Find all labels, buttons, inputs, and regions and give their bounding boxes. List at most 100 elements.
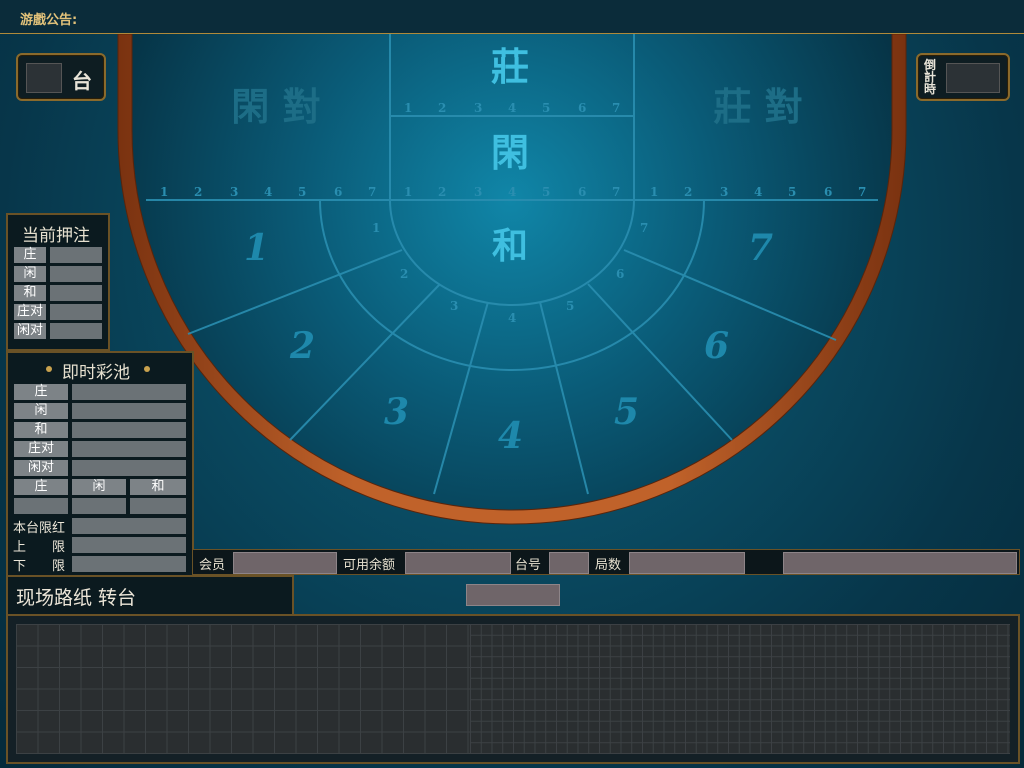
status-field xyxy=(466,584,560,606)
scale-label: 6 xyxy=(578,101,586,115)
table-no-label: 台号 xyxy=(515,558,542,573)
jackpot-player-pair-value xyxy=(72,460,186,476)
current-bet-player-value xyxy=(50,266,102,282)
jackpot-panel: 即时彩池 庄 闲 和 庄对 闲对 庄 闲 和 本台限红 上 限 下 限 xyxy=(6,351,194,577)
current-bet-row-label: 闲 xyxy=(14,266,46,282)
current-bet-panel: 当前押注 庄 闲 和 庄对 闲对 xyxy=(6,213,110,351)
seat-small-label: 3 xyxy=(450,299,458,313)
current-bet-title: 当前押注 xyxy=(22,226,90,246)
tie-zone-label: 和 xyxy=(492,226,528,267)
seat-6-label: 6 xyxy=(704,325,729,367)
balance-value xyxy=(405,552,511,574)
jackpot-row-label: 闲对 xyxy=(14,460,68,476)
seat-small-label: 1 xyxy=(372,221,380,235)
table-number-label: 台 xyxy=(72,69,92,93)
balance-label: 可用余额 xyxy=(343,558,396,573)
jackpot-sub-value xyxy=(72,498,126,514)
seat-4-label: 4 xyxy=(498,415,523,457)
seat-5-label: 5 xyxy=(614,391,639,433)
current-bet-row-label: 和 xyxy=(14,285,46,301)
scale-label: 2 xyxy=(194,185,202,199)
bullet-icon xyxy=(144,366,150,372)
notice-bar xyxy=(0,0,1024,34)
scale-label: 2 xyxy=(438,101,446,115)
scale-label: 1 xyxy=(404,185,412,199)
roadmap-tab-label[interactable]: 现场路纸 转台 xyxy=(16,583,136,610)
jackpot-sub-header: 庄 xyxy=(14,479,68,495)
lower-limit-label: 下 限 xyxy=(13,559,66,574)
rounds-label: 局数 xyxy=(595,558,622,573)
jackpot-row-label: 和 xyxy=(14,422,68,438)
player-pair-zone-label: 閑 對 xyxy=(231,85,320,129)
scale-label: 1 xyxy=(160,185,168,199)
seat-small-label: 2 xyxy=(400,267,408,281)
scale-label: 1 xyxy=(650,185,658,199)
scale-label: 5 xyxy=(298,185,306,199)
scale-label: 5 xyxy=(542,185,550,199)
current-bet-banker-pair-value xyxy=(50,304,102,320)
seat-small-label: 7 xyxy=(640,221,648,235)
seat-small-label: 6 xyxy=(616,267,624,281)
jackpot-tie-value xyxy=(72,422,186,438)
scale-label: 4 xyxy=(508,185,516,199)
roadmap-tab[interactable]: 现场路纸 转台 xyxy=(6,575,294,617)
table-limit-label: 本台限红 xyxy=(13,521,66,536)
table-number-box: 台 xyxy=(16,53,106,101)
banker-zone-label: 莊 xyxy=(491,45,529,89)
scale-label: 7 xyxy=(368,185,376,199)
table-limit-value xyxy=(72,518,186,534)
jackpot-sub-value xyxy=(130,498,186,514)
jackpot-sub-header: 和 xyxy=(130,479,186,495)
jackpot-player-value xyxy=(72,403,186,419)
upper-limit-label: 上 限 xyxy=(13,540,66,555)
scale-label: 3 xyxy=(230,185,238,199)
scale-label: 7 xyxy=(858,185,866,199)
jackpot-row-label: 庄 xyxy=(14,384,68,400)
member-label: 会员 xyxy=(199,558,226,573)
jackpot-banker-value xyxy=(72,384,186,400)
jackpot-title: 即时彩池 xyxy=(62,363,130,383)
bullet-icon xyxy=(46,366,52,372)
scale-label: 3 xyxy=(720,185,728,199)
seat-1-label: 1 xyxy=(244,227,269,269)
current-bet-row-label: 庄对 xyxy=(14,304,46,320)
scale-label: 6 xyxy=(824,185,832,199)
table-no-value xyxy=(549,552,589,574)
scale-label: 4 xyxy=(264,185,272,199)
banker-pair-zone-label: 莊 對 xyxy=(713,85,802,129)
seat-small-label: 5 xyxy=(566,299,574,313)
current-bet-row-label: 庄 xyxy=(14,247,46,263)
seat-2-label: 2 xyxy=(289,325,315,367)
scale-label: 3 xyxy=(474,101,482,115)
scale-label: 5 xyxy=(788,185,796,199)
scale-label: 6 xyxy=(334,185,342,199)
current-bet-tie-value xyxy=(50,285,102,301)
countdown-label: 倒計時 xyxy=(924,58,937,96)
seat-small-label: 4 xyxy=(508,311,516,325)
member-value xyxy=(233,552,337,574)
rounds-value xyxy=(629,552,745,574)
scale-label: 7 xyxy=(612,101,620,115)
scale-label: 7 xyxy=(612,185,620,199)
scale-label: 6 xyxy=(578,185,586,199)
countdown-box: 倒計時 xyxy=(916,53,1010,101)
seat-7-label: 7 xyxy=(748,227,773,269)
scale-label: 4 xyxy=(754,185,762,199)
extra-value xyxy=(783,552,1017,574)
current-bet-player-pair-value xyxy=(50,323,102,339)
scale-label: 2 xyxy=(684,185,692,199)
scale-label: 3 xyxy=(474,185,482,199)
derived-road-grid xyxy=(470,624,1010,754)
jackpot-sub-header: 闲 xyxy=(72,479,126,495)
upper-limit-value xyxy=(72,537,186,553)
jackpot-sub-value xyxy=(14,498,68,514)
roadmap-panel xyxy=(6,614,1020,764)
countdown-display xyxy=(946,63,1000,93)
current-bet-banker-value xyxy=(50,247,102,263)
player-info-bar: 会员 可用余额 台号 局数 xyxy=(192,549,1020,575)
seat-3-label: 3 xyxy=(384,391,409,433)
lower-limit-value xyxy=(72,556,186,572)
current-bet-row-label: 闲对 xyxy=(14,323,46,339)
scale-label: 5 xyxy=(542,101,550,115)
table-number-display xyxy=(26,63,62,93)
